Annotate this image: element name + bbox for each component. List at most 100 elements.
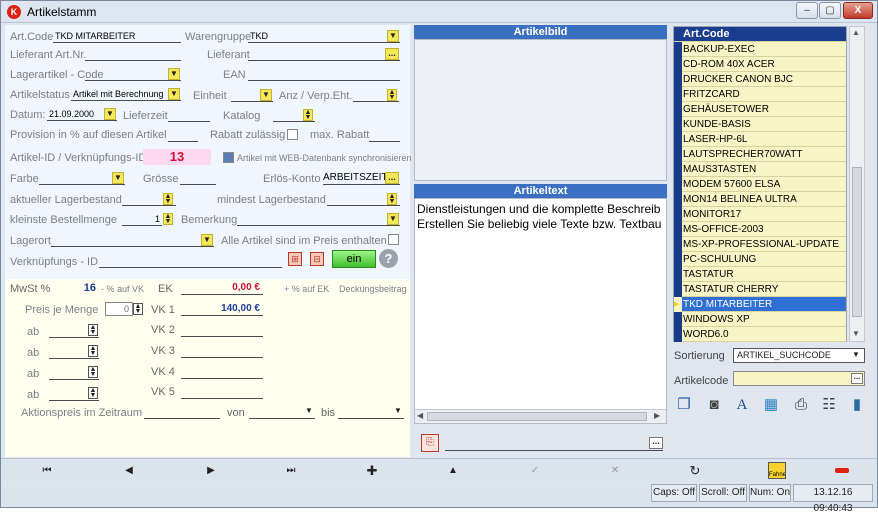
ean-field[interactable] bbox=[248, 67, 400, 81]
list-item[interactable]: ▶ TKD MITARBEITER bbox=[674, 297, 846, 312]
lieferant-artnr-field[interactable] bbox=[85, 47, 181, 61]
lagerbestand-spinner[interactable]: ▲ ▼ bbox=[163, 193, 173, 205]
vk1-field[interactable]: 140,00 € bbox=[181, 302, 263, 316]
row-handle[interactable] bbox=[674, 132, 682, 147]
ein-button[interactable]: ein bbox=[332, 250, 376, 268]
groesse-field[interactable] bbox=[180, 171, 216, 185]
vscroll-thumb[interactable] bbox=[852, 167, 862, 317]
artikelstatus-select[interactable]: Artikel mit Berechnung bbox=[71, 87, 181, 101]
rabatt-checkbox[interactable] bbox=[287, 129, 298, 140]
artikelstatus-dropdown-icon[interactable]: ▼ bbox=[168, 88, 180, 100]
lieferzeit-field[interactable] bbox=[168, 108, 210, 122]
sortierung-select[interactable]: ARTIKEL_SUCHCODE bbox=[733, 348, 865, 363]
pdf-path-field[interactable] bbox=[445, 437, 663, 451]
artikeltext-area[interactable]: Dienstleistungen und die komplette Besch… bbox=[414, 198, 667, 424]
bis-chevron-icon[interactable]: ▼ bbox=[394, 406, 402, 415]
alle-artikel-checkbox[interactable] bbox=[388, 234, 399, 245]
prev-record-button[interactable]: ◀ bbox=[107, 460, 151, 482]
bestellmenge-field[interactable]: 1 bbox=[122, 212, 162, 226]
row-handle[interactable] bbox=[674, 192, 682, 207]
row-handle[interactable] bbox=[674, 177, 682, 192]
lagerort-dropdown-icon[interactable]: ▼ bbox=[201, 234, 213, 246]
provision-field[interactable] bbox=[168, 128, 198, 142]
vk2-field[interactable] bbox=[181, 323, 263, 337]
next-record-button[interactable]: ▶ bbox=[189, 460, 233, 482]
row-handle[interactable] bbox=[674, 57, 682, 72]
camera-icon[interactable]: ◙ bbox=[703, 394, 725, 416]
list-item[interactable]: PC-SCHULUNG bbox=[674, 252, 846, 267]
row-handle[interactable]: ▶ bbox=[674, 297, 682, 312]
list-item[interactable]: MONITOR17 bbox=[674, 207, 846, 222]
ab-spinner-1[interactable]: ▲ ▼ bbox=[88, 324, 98, 336]
vk4-field[interactable] bbox=[181, 365, 263, 379]
datum-dropdown-icon[interactable]: ▼ bbox=[104, 108, 116, 120]
artikelbild-area[interactable] bbox=[414, 39, 667, 181]
vk5-field[interactable] bbox=[181, 385, 263, 399]
list-item[interactable]: LASER-HP-6L bbox=[674, 132, 846, 147]
link-add-icon[interactable]: ⊞ bbox=[288, 252, 302, 266]
list-item[interactable]: DRUCKER CANON BJC bbox=[674, 72, 846, 87]
list-vscrollbar[interactable]: ▲ ▼ bbox=[849, 26, 865, 342]
close-button[interactable]: X bbox=[843, 2, 873, 19]
warengruppe-select[interactable]: TKD bbox=[248, 29, 400, 43]
sortierung-chevron-icon[interactable]: ▼ bbox=[852, 350, 860, 359]
katalog-spinner[interactable]: ▲ ▼ bbox=[303, 109, 313, 121]
mwst-value[interactable]: 16 bbox=[68, 282, 96, 294]
calculator-icon[interactable]: ▦ bbox=[760, 394, 782, 416]
mindest-spinner[interactable]: ▲ ▼ bbox=[387, 193, 397, 205]
list-item[interactable]: KUNDE-BASIS bbox=[674, 117, 846, 132]
delete-record-icon[interactable] bbox=[835, 468, 849, 473]
anz-verp-spinner[interactable]: ▲ ▼ bbox=[387, 89, 397, 101]
lieferant-field[interactable] bbox=[248, 47, 400, 61]
max-rabatt-field[interactable] bbox=[369, 128, 400, 142]
row-handle[interactable] bbox=[674, 282, 682, 297]
ab-spinner-2[interactable]: ▲ ▼ bbox=[88, 345, 98, 357]
up-button[interactable]: ▲ bbox=[431, 460, 475, 482]
warengruppe-dropdown-icon[interactable]: ▼ bbox=[387, 30, 399, 42]
list-item[interactable]: MODEM 57600 ELSA bbox=[674, 177, 846, 192]
artikelcode-browse-button[interactable]: ... bbox=[851, 373, 863, 384]
artikelcode-search-field[interactable] bbox=[733, 371, 865, 386]
row-handle[interactable] bbox=[674, 72, 682, 87]
tree-view-icon[interactable]: ☷ bbox=[818, 394, 840, 416]
hscroll-thumb[interactable] bbox=[427, 412, 647, 421]
lieferant-lookup-button[interactable]: ... bbox=[385, 48, 399, 60]
row-handle[interactable] bbox=[674, 162, 682, 177]
vk3-field[interactable] bbox=[181, 344, 263, 358]
row-handle[interactable] bbox=[674, 207, 682, 222]
list-item[interactable]: WINDOWS XP bbox=[674, 312, 846, 327]
add-record-button[interactable]: ✚ bbox=[350, 460, 394, 482]
bemerkung-dropdown-icon[interactable]: ▼ bbox=[387, 213, 399, 225]
maximize-button[interactable]: ▢ bbox=[819, 2, 841, 19]
preis-menge-spinner[interactable]: ▲ ▼ bbox=[133, 303, 143, 315]
row-handle[interactable] bbox=[674, 237, 682, 252]
text-format-icon[interactable]: A bbox=[731, 394, 753, 416]
refresh-icon[interactable]: ↻ bbox=[673, 460, 717, 482]
list-header[interactable]: Art.Code bbox=[674, 27, 846, 42]
row-handle[interactable] bbox=[674, 312, 682, 327]
list-item[interactable]: FRITZCARD bbox=[674, 87, 846, 102]
list-item[interactable]: WORD6.0 bbox=[674, 327, 846, 342]
fahne-button[interactable]: Fahne bbox=[768, 462, 786, 479]
bestellmenge-spinner[interactable]: ▲ ▼ bbox=[163, 213, 173, 225]
pdf-browse-button[interactable]: ... bbox=[649, 437, 663, 449]
row-handle[interactable] bbox=[674, 252, 682, 267]
row-handle[interactable] bbox=[674, 222, 682, 237]
last-record-button[interactable]: ⏭ bbox=[269, 460, 313, 482]
aktion-preis-field[interactable] bbox=[144, 405, 220, 419]
lagerartikel-dropdown-icon[interactable]: ▼ bbox=[168, 68, 180, 80]
preis-menge-field[interactable]: 0 bbox=[105, 302, 133, 316]
row-handle[interactable] bbox=[674, 147, 682, 162]
edit-check-icon[interactable]: ✓ bbox=[513, 460, 557, 482]
erloes-lookup-button[interactable]: ... bbox=[385, 172, 399, 184]
minimize-button[interactable]: – bbox=[796, 2, 818, 19]
first-record-button[interactable]: ⏮ bbox=[25, 460, 69, 482]
artikeltext-hscrollbar[interactable]: ◀ ▶ bbox=[415, 409, 666, 423]
verknuepfung-field[interactable] bbox=[99, 254, 282, 268]
ab-spinner-3[interactable]: ▲ ▼ bbox=[88, 366, 98, 378]
list-item[interactable]: MON14 BELINEA ULTRA bbox=[674, 192, 846, 207]
list-item[interactable]: TASTATUR bbox=[674, 267, 846, 282]
web-sync-checkbox[interactable] bbox=[223, 152, 234, 163]
help-icon[interactable]: ? bbox=[379, 249, 398, 268]
pdf-icon[interactable]: ⎘ bbox=[421, 434, 439, 452]
